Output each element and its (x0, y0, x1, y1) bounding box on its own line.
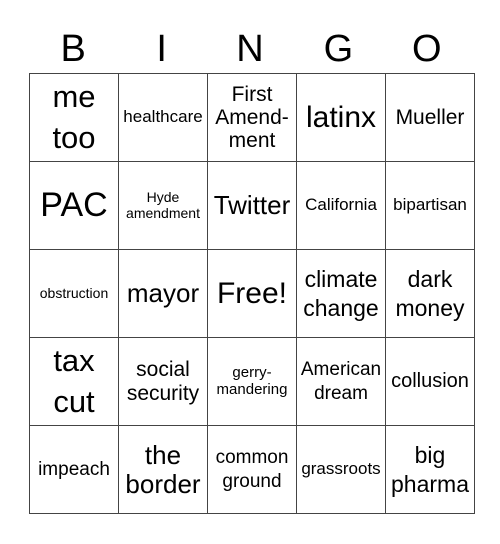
bingo-cell[interactable]: climate change (296, 249, 386, 338)
bingo-board: me too healthcare First Amend- ment lati… (29, 73, 475, 514)
board-row: me too healthcare First Amend- ment lati… (29, 73, 475, 162)
board-row: impeach the border common ground grassro… (29, 425, 475, 514)
bingo-cell[interactable]: American dream (296, 337, 386, 426)
cell-text: tax cut (53, 343, 95, 419)
bingo-cell[interactable]: social security (118, 337, 208, 426)
bingo-cell[interactable]: latinx (296, 73, 386, 162)
bingo-cell[interactable]: Hyde amendment (118, 161, 208, 250)
cell-text: big pharma (391, 441, 469, 497)
bingo-cell[interactable]: collusion (385, 337, 475, 426)
cell-text: Hyde amendment (126, 189, 200, 221)
header-letter-g: G (323, 28, 354, 70)
cell-text: social security (126, 358, 200, 405)
cell-text: healthcare (123, 107, 203, 127)
cell-text: dark money (395, 265, 465, 321)
cell-text: gerry- mandering (216, 364, 288, 398)
bingo-cell[interactable]: grassroots (296, 425, 386, 514)
bingo-cell[interactable]: me too (29, 73, 119, 162)
cell-text: First Amend- ment (215, 82, 289, 153)
bingo-cell[interactable]: California (296, 161, 386, 250)
header-letter-i: I (156, 28, 167, 70)
cell-text: impeach (38, 458, 110, 480)
cell-text: the border (125, 439, 201, 499)
bingo-cell[interactable]: obstruction (29, 249, 119, 338)
free-space-cell[interactable]: Free! (207, 249, 297, 338)
cell-text: common ground (215, 446, 289, 492)
bingo-cell[interactable]: impeach (29, 425, 119, 514)
bingo-cell[interactable]: mayor (118, 249, 208, 338)
bingo-cell[interactable]: dark money (385, 249, 475, 338)
cell-text: bipartisan (393, 195, 467, 215)
bingo-cell[interactable]: big pharma (385, 425, 475, 514)
bingo-cell[interactable]: PAC (29, 161, 119, 250)
cell-text: Free! (216, 277, 288, 310)
cell-text: collusion (391, 370, 469, 392)
board-row: tax cut social security gerry- mandering… (29, 337, 475, 426)
header-letter-n: N (236, 28, 264, 70)
cell-text: PAC (40, 185, 108, 224)
cell-text: grassroots (301, 459, 381, 479)
cell-text: me too (52, 79, 96, 155)
bingo-cell[interactable]: gerry- mandering (207, 337, 297, 426)
cell-text: latinx (305, 101, 377, 134)
cell-text: mayor (126, 278, 200, 309)
bingo-cell[interactable]: common ground (207, 425, 297, 514)
bingo-cell[interactable]: Twitter (207, 161, 297, 250)
bingo-cell[interactable]: tax cut (29, 337, 119, 426)
header-letter-b: B (60, 28, 86, 70)
cell-text: Twitter (213, 190, 291, 221)
bingo-cell[interactable]: First Amend- ment (207, 73, 297, 162)
bingo-header: B I N G O (29, 26, 471, 72)
header-letter-o: O (412, 28, 442, 70)
bingo-cell[interactable]: Mueller (385, 73, 475, 162)
cell-text: climate change (303, 265, 379, 321)
bingo-cell[interactable]: healthcare (118, 73, 208, 162)
cell-text: obstruction (39, 284, 109, 301)
board-row: obstruction mayor Free! climate change d… (29, 249, 475, 338)
cell-text: American dream (300, 358, 382, 404)
board-row: PAC Hyde amendment Twitter California bi… (29, 161, 475, 250)
bingo-cell[interactable]: the border (118, 425, 208, 514)
cell-text: Mueller (395, 105, 465, 129)
cell-text: California (305, 195, 377, 215)
bingo-cell[interactable]: bipartisan (385, 161, 475, 250)
